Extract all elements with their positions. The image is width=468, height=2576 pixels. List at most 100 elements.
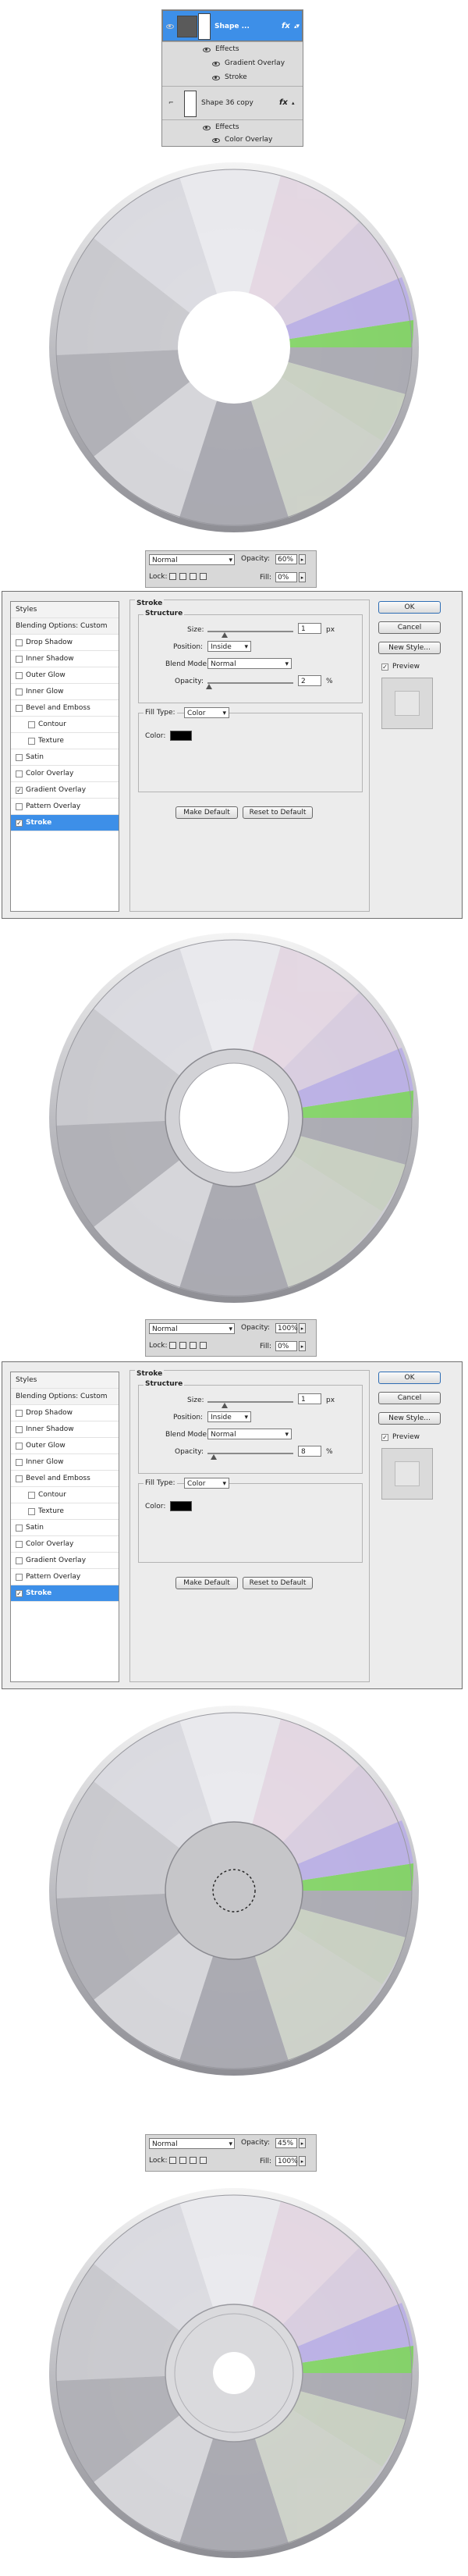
style-checkbox[interactable] <box>16 688 23 696</box>
style-item-contour[interactable]: Contour <box>11 1487 119 1503</box>
style-checkbox[interactable] <box>16 672 23 679</box>
style-item-outer-glow[interactable]: Outer Glow <box>11 667 119 684</box>
slider-knob-icon[interactable] <box>211 1454 217 1460</box>
size-input[interactable]: 1 <box>298 623 321 634</box>
style-checkbox[interactable] <box>16 705 23 712</box>
blend-mode-select[interactable]: Normal <box>149 2138 235 2150</box>
position-select[interactable]: Inside <box>207 641 251 653</box>
slider-knob-icon[interactable] <box>206 684 212 689</box>
style-checkbox[interactable] <box>16 639 23 646</box>
style-checkbox[interactable] <box>16 1574 23 1581</box>
expand-triangle-icon[interactable]: ▴ <box>294 11 297 42</box>
style-checkbox[interactable] <box>16 1410 23 1417</box>
blending-options-item[interactable]: Blending Options: Custom <box>11 618 119 635</box>
layer-row-selected[interactable]: Shape ... fx ▴ <box>162 10 303 42</box>
style-item-drop-shadow[interactable]: Drop Shadow <box>11 635 119 651</box>
style-item-bevel-and-emboss[interactable]: Bevel and Emboss <box>11 700 119 717</box>
cancel-button[interactable]: Cancel <box>378 1392 441 1404</box>
fill-arrow-icon[interactable]: ▸ <box>299 2156 306 2166</box>
opacity-input[interactable]: 8 <box>298 1446 321 1457</box>
position-select[interactable]: Inside <box>207 1411 251 1423</box>
reset-default-button[interactable]: Reset to Default <box>243 1577 313 1589</box>
style-checkbox[interactable] <box>16 803 23 810</box>
style-item-texture[interactable]: Texture <box>11 1503 119 1520</box>
style-checkbox[interactable] <box>16 1459 23 1466</box>
make-default-button[interactable]: Make Default <box>176 1577 238 1589</box>
new-style-button[interactable]: New Style... <box>378 642 441 654</box>
ok-button[interactable]: OK <box>378 601 441 614</box>
expand-triangle-icon[interactable]: ▴ <box>292 87 295 119</box>
styles-header[interactable]: Styles <box>11 602 119 618</box>
style-item-pattern-overlay[interactable]: Pattern Overlay <box>11 799 119 815</box>
cancel-button[interactable]: Cancel <box>378 621 441 634</box>
effect-row-stroke[interactable]: Stroke <box>162 71 303 84</box>
opacity-input[interactable]: 45% <box>275 2138 297 2148</box>
size-slider[interactable] <box>207 1401 293 1403</box>
opacity-input[interactable]: 2 <box>298 675 321 686</box>
style-checkbox[interactable] <box>16 1541 23 1548</box>
reset-default-button[interactable]: Reset to Default <box>243 806 313 819</box>
style-checkbox[interactable] <box>16 1475 23 1482</box>
lock-move-icon[interactable] <box>190 1342 197 1349</box>
opacity-arrow-icon[interactable]: ▸ <box>299 554 306 564</box>
lock-transparency-icon[interactable] <box>169 573 176 580</box>
visibility-eye-icon[interactable] <box>203 125 211 130</box>
style-item-satin[interactable]: Satin <box>11 1520 119 1536</box>
style-item-gradient-overlay[interactable]: Gradient Overlay <box>11 1553 119 1569</box>
style-checkbox[interactable] <box>16 754 23 761</box>
opacity-input[interactable]: 100% <box>275 1323 298 1333</box>
fill-input[interactable]: 0% <box>275 572 297 582</box>
layer-row-shape-36-copy[interactable]: ⌐ Shape 36 copy fx ▴ <box>162 87 303 119</box>
new-style-button[interactable]: New Style... <box>378 1412 441 1425</box>
visibility-eye-icon[interactable] <box>166 23 174 29</box>
preview-checkbox[interactable]: ✓ <box>381 1434 388 1441</box>
lock-transparency-icon[interactable] <box>169 2157 176 2164</box>
style-item-stroke[interactable]: ✓ Stroke <box>11 815 119 831</box>
fill-arrow-icon[interactable]: ▸ <box>299 1341 306 1351</box>
stroke-color-swatch[interactable] <box>170 1501 192 1511</box>
lock-transparency-icon[interactable] <box>169 1342 176 1349</box>
style-item-satin[interactable]: Satin <box>11 749 119 766</box>
lock-all-icon[interactable] <box>200 2157 207 2164</box>
style-checkbox[interactable] <box>16 1426 23 1433</box>
style-item-drop-shadow[interactable]: Drop Shadow <box>11 1405 119 1421</box>
fill-arrow-icon[interactable]: ▸ <box>299 572 306 582</box>
style-checkbox[interactable] <box>16 770 23 777</box>
style-item-inner-shadow[interactable]: Inner Shadow <box>11 651 119 667</box>
opacity-slider[interactable] <box>207 682 293 684</box>
style-checkbox[interactable] <box>16 1557 23 1564</box>
fx-icon[interactable]: fx <box>282 11 290 42</box>
fill-input[interactable]: 0% <box>275 1341 297 1351</box>
opacity-slider[interactable] <box>207 1453 293 1454</box>
opacity-arrow-icon[interactable]: ▸ <box>299 2138 306 2148</box>
style-item-pattern-overlay[interactable]: Pattern Overlay <box>11 1569 119 1585</box>
style-item-color-overlay[interactable]: Color Overlay <box>11 766 119 782</box>
visibility-eye-icon[interactable] <box>212 75 220 80</box>
style-checkbox[interactable] <box>16 1525 23 1532</box>
style-item-inner-shadow[interactable]: Inner Shadow <box>11 1421 119 1438</box>
ok-button[interactable]: OK <box>378 1372 441 1384</box>
size-slider[interactable] <box>207 631 293 632</box>
lock-move-icon[interactable] <box>190 573 197 580</box>
opacity-input[interactable]: 60% <box>275 554 297 564</box>
style-checkbox[interactable] <box>16 656 23 663</box>
visibility-eye-icon[interactable] <box>203 47 211 52</box>
style-item-inner-glow[interactable]: Inner Glow <box>11 1454 119 1471</box>
layer-name[interactable]: Shape ... <box>214 11 250 42</box>
blending-options-item[interactable]: Blending Options: Custom <box>11 1389 119 1405</box>
slider-knob-icon[interactable] <box>222 632 228 638</box>
effect-row-gradient-overlay[interactable]: Gradient Overlay <box>162 57 303 70</box>
style-checkbox[interactable] <box>28 738 35 745</box>
style-checkbox[interactable]: ✓ <box>16 787 23 794</box>
blend-mode-select[interactable]: Normal <box>207 1429 292 1440</box>
lock-all-icon[interactable] <box>200 1342 207 1349</box>
style-checkbox[interactable]: ✓ <box>16 820 23 827</box>
style-item-color-overlay[interactable]: Color Overlay <box>11 1536 119 1553</box>
styles-header[interactable]: Styles <box>11 1372 119 1389</box>
style-item-inner-glow[interactable]: Inner Glow <box>11 684 119 700</box>
style-checkbox[interactable]: ✓ <box>16 1590 23 1597</box>
visibility-eye-icon[interactable] <box>212 61 220 66</box>
fill-type-select[interactable]: Color <box>184 1478 229 1489</box>
blend-mode-select[interactable]: Normal <box>149 554 235 566</box>
stroke-color-swatch[interactable] <box>170 731 192 741</box>
